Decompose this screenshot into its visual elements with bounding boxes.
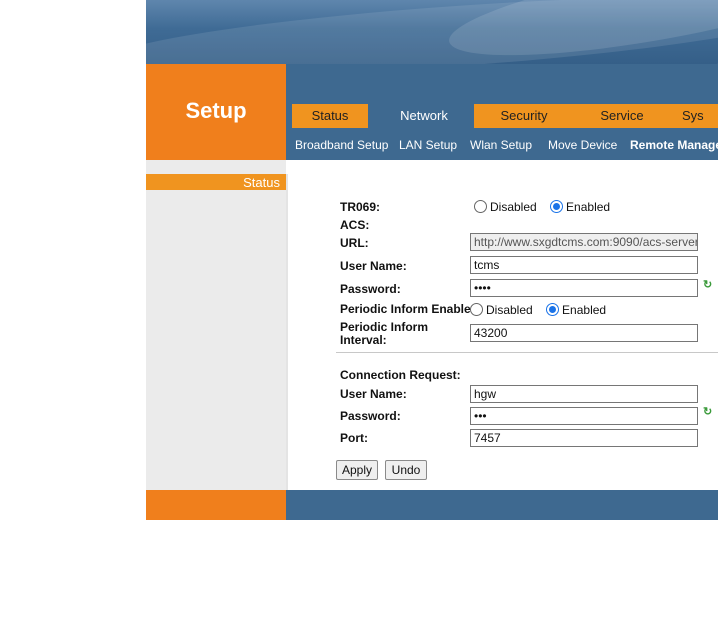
subtab-remote-manager[interactable]: Remote Manager xyxy=(630,138,718,152)
refresh-icon[interactable]: ↻ xyxy=(703,278,712,291)
acs-password-field[interactable]: •••• xyxy=(470,279,698,297)
subtab-broadband-setup[interactable]: Broadband Setup xyxy=(295,138,388,152)
conn-username-label: User Name: xyxy=(340,387,407,401)
tab-service[interactable]: Service xyxy=(574,104,670,128)
subtab-wlan-setup[interactable]: Wlan Setup xyxy=(470,138,532,152)
tr069-enabled-option[interactable]: Enabled xyxy=(550,200,610,214)
tr069-radio-group: Disabled Enabled xyxy=(474,200,610,214)
interval-label-line2: Interval: xyxy=(340,333,387,347)
undo-button[interactable]: Undo xyxy=(385,460,427,480)
section-title: Setup xyxy=(185,98,247,123)
periodic-radio-group: Disabled Enabled xyxy=(470,303,606,317)
radio-icon[interactable] xyxy=(470,303,483,316)
tr069-disabled-label: Disabled xyxy=(490,200,537,214)
periodic-enabled-option[interactable]: Enabled xyxy=(546,303,606,317)
conn-username-field[interactable]: hgw xyxy=(470,385,698,403)
tr069-enabled-label: Enabled xyxy=(566,200,611,214)
periodic-disabled-label: Disabled xyxy=(486,303,533,317)
tr069-label: TR069: xyxy=(340,200,381,214)
radio-selected-icon[interactable] xyxy=(550,200,564,213)
username-label: User Name: xyxy=(340,259,407,273)
port-field[interactable]: 7457 xyxy=(470,429,698,447)
sidebar-item-label[interactable]: Status xyxy=(146,175,280,190)
tab-security[interactable]: Security xyxy=(474,104,574,128)
banner xyxy=(146,0,718,64)
acs-url-field[interactable]: http://www.sxgdtcms.com:9090/acs-server/ xyxy=(470,233,698,251)
interval-label-line1: Periodic Inform xyxy=(340,320,429,334)
sidebar xyxy=(146,160,286,490)
password-label: Password: xyxy=(340,282,401,296)
subtab-lan-setup[interactable]: LAN Setup xyxy=(399,138,457,152)
section-divider xyxy=(336,352,718,353)
radio-selected-icon[interactable] xyxy=(546,303,560,316)
conn-password-label: Password: xyxy=(340,409,401,423)
tab-system[interactable]: Sys xyxy=(670,104,718,128)
conn-password-field[interactable]: ••• xyxy=(470,407,698,425)
connection-request-title: Connection Request: xyxy=(340,368,461,382)
radio-icon[interactable] xyxy=(474,200,487,213)
port-label: Port: xyxy=(340,431,368,445)
tab-status[interactable]: Status xyxy=(292,104,368,128)
refresh-icon[interactable]: ↻ xyxy=(703,405,712,418)
acs-username-field[interactable]: tcms xyxy=(470,256,698,274)
periodic-inform-label: Periodic Inform Enable: xyxy=(340,302,475,316)
content-divider xyxy=(286,174,288,490)
acs-label: ACS: xyxy=(340,218,370,232)
tr069-disabled-option[interactable]: Disabled xyxy=(474,200,537,214)
periodic-enabled-label: Enabled xyxy=(562,303,607,317)
periodic-interval-field[interactable]: 43200 xyxy=(470,324,698,342)
subtab-move-device[interactable]: Move Device xyxy=(548,138,617,152)
tab-network[interactable]: Network xyxy=(380,104,468,128)
url-label: URL: xyxy=(340,236,369,250)
footer-left xyxy=(146,490,286,520)
footer-right xyxy=(286,490,718,520)
periodic-disabled-option[interactable]: Disabled xyxy=(470,303,533,317)
apply-button[interactable]: Apply xyxy=(336,460,378,480)
